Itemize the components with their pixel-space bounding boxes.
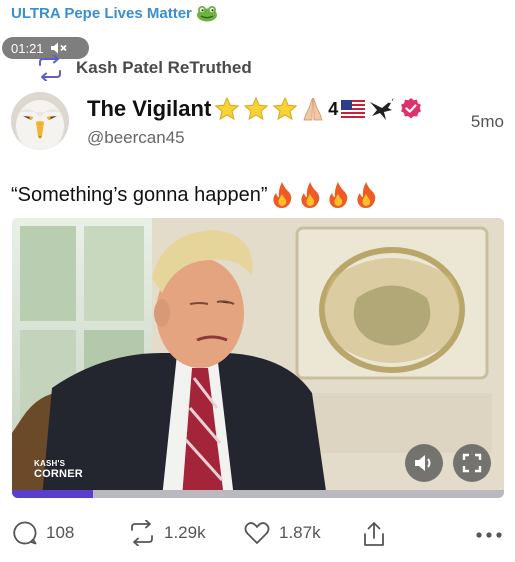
video-time: 01:21 bbox=[11, 40, 44, 56]
post-text: “Something’s gonna happen” bbox=[11, 181, 379, 209]
display-name: The Vigilant bbox=[87, 96, 212, 121]
ellipsis-icon bbox=[476, 532, 502, 538]
action-bar: 108 1.29k 1.87k bbox=[0, 520, 515, 554]
name-suffix-number: 4 bbox=[328, 98, 339, 119]
fullscreen-icon bbox=[462, 453, 482, 473]
like-count: 1.87k bbox=[279, 523, 321, 542]
praying-hands-icon bbox=[303, 97, 323, 121]
video-player[interactable]: KASH'S CORNER bbox=[12, 218, 504, 498]
fire-icon bbox=[273, 182, 292, 208]
retruth-button[interactable]: 1.29k bbox=[128, 520, 206, 546]
reply-count: 108 bbox=[46, 523, 75, 542]
frog-icon bbox=[196, 6, 217, 22]
retruth-row: Kash Patel ReTruthed bbox=[36, 55, 252, 81]
retruth-icon bbox=[39, 55, 61, 81]
verified-badge-icon bbox=[401, 98, 422, 119]
channel-title[interactable]: ULTRA Pepe Lives Matter bbox=[11, 4, 218, 22]
display-name-row[interactable]: The Vigilant 4 bbox=[87, 96, 423, 122]
heart-icon bbox=[244, 522, 270, 544]
retruth-count: 1.29k bbox=[164, 523, 206, 542]
like-button[interactable]: 1.87k bbox=[243, 520, 321, 546]
star-icon bbox=[272, 96, 298, 121]
more-options-button[interactable] bbox=[474, 520, 504, 546]
mute-icon[interactable] bbox=[50, 41, 70, 55]
us-flag-icon bbox=[341, 100, 366, 118]
retruth-icon bbox=[131, 520, 153, 546]
comment-icon bbox=[13, 521, 37, 545]
star-icon bbox=[243, 96, 269, 121]
fire-icon bbox=[301, 182, 320, 208]
post-age[interactable]: 5mo bbox=[471, 112, 504, 132]
share-icon bbox=[364, 522, 384, 546]
volume-button[interactable] bbox=[405, 444, 443, 482]
video-progress-fill bbox=[12, 490, 94, 498]
reply-button[interactable]: 108 bbox=[12, 520, 74, 546]
fullscreen-button[interactable] bbox=[453, 444, 491, 482]
eagle-avatar-image bbox=[11, 92, 69, 150]
share-button[interactable] bbox=[362, 520, 386, 548]
speaker-icon bbox=[415, 455, 431, 471]
video-watermark: KASH'S CORNER bbox=[34, 459, 83, 480]
channel-title-text: ULTRA Pepe Lives Matter bbox=[11, 4, 192, 22]
eagle-icon bbox=[370, 98, 395, 120]
post-text-content: “Something’s gonna happen” bbox=[11, 183, 268, 206]
avatar[interactable] bbox=[11, 92, 69, 150]
star-icon bbox=[214, 96, 240, 121]
fire-icon bbox=[329, 182, 348, 208]
watermark-bottom: CORNER bbox=[34, 468, 83, 480]
author-handle[interactable]: @beercan45 bbox=[87, 128, 185, 148]
retruth-label[interactable]: Kash Patel ReTruthed bbox=[76, 58, 252, 78]
fire-icon bbox=[357, 182, 376, 208]
watermark-top: KASH'S bbox=[34, 459, 66, 468]
